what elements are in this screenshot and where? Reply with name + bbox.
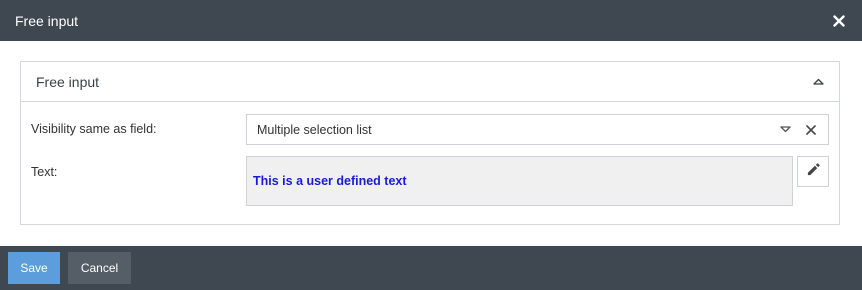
- visibility-label: Visibility same as field:: [31, 122, 157, 136]
- cancel-button[interactable]: Cancel: [68, 252, 131, 284]
- dialog-body: Free input Visibility same as field: Mul…: [0, 41, 862, 246]
- visibility-select-value: Multiple selection list: [257, 122, 372, 137]
- caret-up-icon[interactable]: [811, 75, 825, 89]
- dialog-footer: Save Cancel: [0, 246, 862, 290]
- pencil-icon: [806, 162, 821, 182]
- panel-title: Free input: [36, 73, 100, 90]
- close-icon[interactable]: [832, 14, 846, 28]
- dialog-title: Free input: [15, 12, 79, 29]
- caret-down-icon[interactable]: [772, 115, 798, 144]
- panel-header[interactable]: Free input: [21, 62, 839, 102]
- dialog-titlebar: Free input: [0, 0, 862, 41]
- text-row: Text: This is a user defined text: [21, 156, 839, 206]
- clear-icon[interactable]: [798, 115, 824, 144]
- free-input-dialog: Free input Free input Visibility same as…: [0, 0, 862, 290]
- visibility-select[interactable]: Multiple selection list: [246, 114, 829, 145]
- edit-text-button[interactable]: [797, 156, 829, 187]
- save-button[interactable]: Save: [8, 252, 60, 284]
- free-input-panel: Free input Visibility same as field: Mul…: [20, 61, 840, 225]
- text-value-field[interactable]: This is a user defined text: [246, 156, 793, 206]
- visibility-row: Visibility same as field: Multiple selec…: [21, 114, 839, 145]
- text-label: Text:: [31, 165, 58, 179]
